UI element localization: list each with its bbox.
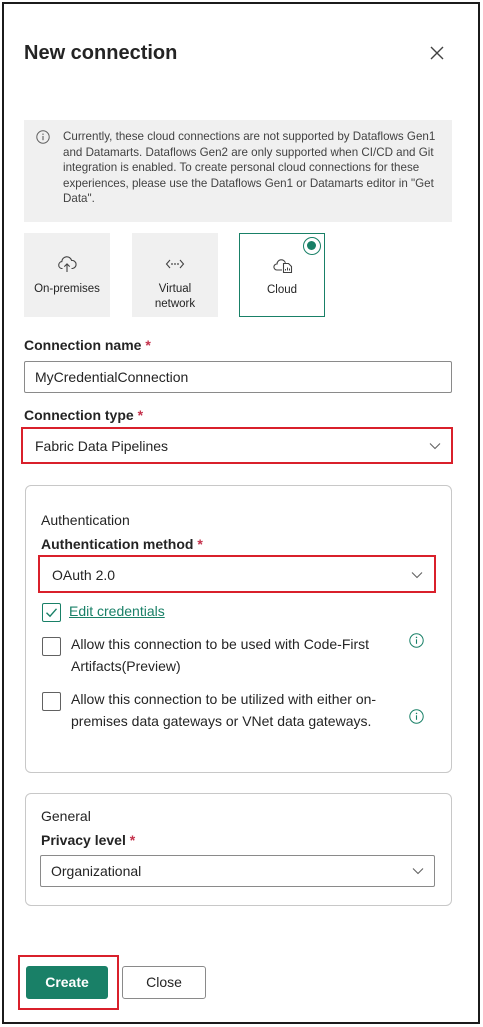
- authentication-section-title: Authentication: [41, 512, 130, 528]
- edit-credentials-checkbox[interactable]: [42, 603, 61, 622]
- cloud-document-icon: [273, 259, 293, 273]
- tile-label: On-premises: [34, 283, 100, 295]
- gateways-label: Allow this connection to be utilized wit…: [71, 691, 377, 729]
- code-first-checkbox[interactable]: [42, 637, 61, 656]
- info-icon[interactable]: [409, 709, 424, 724]
- privacy-level-value: Organizational: [51, 863, 142, 879]
- required-mark: *: [129, 832, 136, 848]
- gateways-checkbox[interactable]: [42, 692, 61, 711]
- privacy-level-dropdown[interactable]: Organizational: [40, 855, 435, 887]
- connection-name-input[interactable]: [24, 361, 452, 393]
- required-mark: *: [145, 337, 151, 353]
- connection-type-highlight: [21, 427, 453, 464]
- connection-type-label: Connection type *: [24, 407, 144, 423]
- info-message-box: Currently, these cloud connections are n…: [24, 120, 452, 222]
- authentication-method-highlight: [38, 555, 436, 593]
- tile-cloud[interactable]: Cloud: [239, 233, 325, 317]
- info-icon: [36, 130, 50, 144]
- dialog-title: New connection: [24, 42, 178, 64]
- required-mark: *: [197, 536, 203, 552]
- authentication-method-label: Authentication method *: [41, 536, 203, 552]
- selected-radio: [303, 237, 321, 255]
- required-mark: *: [137, 407, 144, 423]
- cloud-upload-icon: [58, 256, 77, 272]
- info-icon[interactable]: [409, 633, 424, 648]
- chevron-down-icon: [412, 868, 424, 875]
- close-icon[interactable]: [428, 44, 446, 62]
- connection-name-label: Connection name *: [24, 337, 151, 353]
- close-button[interactable]: Close: [122, 966, 206, 999]
- new-connection-panel: New connection Currently, these cloud co…: [2, 2, 480, 1024]
- info-message-text: Currently, these cloud connections are n…: [63, 130, 436, 205]
- tile-on-premises[interactable]: On-premises: [24, 233, 110, 317]
- network-code-icon: [165, 259, 185, 269]
- privacy-level-label: Privacy level *: [41, 832, 136, 848]
- general-section-title: General: [41, 808, 91, 824]
- code-first-label: Allow this connection to be used with Co…: [71, 636, 370, 674]
- tile-label: Cloud: [266, 284, 298, 296]
- tile-virtual-network[interactable]: Virtual network: [132, 233, 218, 317]
- checkmark-icon: [46, 608, 58, 618]
- tile-label: Virtual network: [154, 283, 196, 310]
- create-button-highlight: [18, 955, 119, 1010]
- edit-credentials-link[interactable]: Edit credentials: [69, 603, 165, 619]
